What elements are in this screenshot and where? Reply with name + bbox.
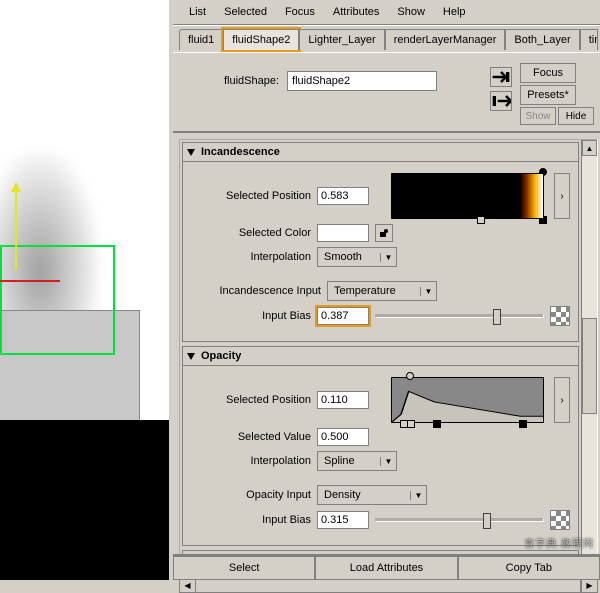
menu-focus[interactable]: Focus bbox=[277, 4, 323, 20]
fluid-container-bbox bbox=[0, 245, 115, 355]
incand-input-value: Temperature bbox=[328, 285, 420, 297]
dropdown-arrow-icon: ▼ bbox=[410, 491, 426, 500]
map-button-icon[interactable] bbox=[550, 510, 570, 530]
incand-input-label: Incandescence Input bbox=[191, 285, 321, 297]
slider-thumb[interactable] bbox=[483, 513, 491, 529]
watermark-text: 查字典 教程网 bbox=[524, 535, 594, 550]
tab-both-layer[interactable]: Both_Layer bbox=[505, 29, 579, 50]
incand-selcolor-label: Selected Color bbox=[191, 227, 311, 239]
focus-button[interactable]: Focus bbox=[520, 63, 576, 83]
tab-fluidshape2[interactable]: fluidShape2 bbox=[223, 29, 299, 50]
tab-renderlayermanager[interactable]: renderLayerManager bbox=[385, 29, 506, 50]
opac-input-dropdown[interactable]: Density ▼ bbox=[317, 485, 427, 505]
group-opacity: Opacity Selected Position bbox=[182, 346, 579, 546]
incandescence-ramp[interactable] bbox=[391, 173, 544, 219]
move-gizmo-x[interactable] bbox=[0, 280, 60, 282]
ramp-handle-selected[interactable] bbox=[406, 372, 414, 380]
attributes-scroll-area: Incandescence Selected Position › bbox=[179, 139, 598, 577]
node-header: fluidShape: Focus Presets* Show Hide bbox=[173, 53, 600, 133]
opac-bias-label: Input Bias bbox=[191, 514, 311, 526]
incand-selpos-field[interactable] bbox=[317, 187, 369, 205]
tab-time[interactable]: time bbox=[580, 29, 598, 50]
vertical-scrollbar[interactable]: ▲ ▼ bbox=[581, 140, 597, 576]
opac-input-value: Density bbox=[318, 489, 410, 501]
ramp-handle-end[interactable] bbox=[539, 216, 547, 224]
incand-interp-dropdown[interactable]: Smooth ▼ bbox=[317, 247, 397, 267]
menu-attributes[interactable]: Attributes bbox=[325, 4, 387, 20]
ramp-handle-top[interactable] bbox=[539, 168, 547, 176]
group-title: Incandescence bbox=[201, 146, 280, 158]
go-to-input-button[interactable] bbox=[490, 67, 512, 87]
presets-button[interactable]: Presets* bbox=[520, 85, 576, 105]
group-title: Opacity bbox=[201, 350, 241, 362]
opac-interp-dropdown[interactable]: Spline ▼ bbox=[317, 451, 397, 471]
incand-selpos-label: Selected Position bbox=[191, 190, 311, 202]
opac-selpos-label: Selected Position bbox=[191, 394, 311, 406]
opac-interp-value: Spline bbox=[318, 455, 380, 467]
dropdown-arrow-icon: ▼ bbox=[420, 287, 436, 296]
opac-bias-slider[interactable] bbox=[375, 518, 544, 522]
ramp-handle[interactable] bbox=[519, 420, 527, 428]
opac-interp-label: Interpolation bbox=[191, 455, 311, 467]
incand-input-dropdown[interactable]: Temperature ▼ bbox=[327, 281, 437, 301]
ramp-expand-button[interactable]: › bbox=[554, 377, 570, 423]
hide-button[interactable]: Hide bbox=[558, 107, 594, 125]
node-name-field[interactable] bbox=[287, 71, 437, 91]
ramp-expand-button[interactable]: › bbox=[554, 173, 570, 219]
move-gizmo-y[interactable] bbox=[15, 190, 17, 270]
tab-lighter-layer[interactable]: Lighter_Layer bbox=[299, 29, 384, 50]
opac-selval-field[interactable] bbox=[317, 428, 369, 446]
map-button-icon[interactable] bbox=[550, 306, 570, 326]
disclosure-down-icon bbox=[187, 353, 195, 360]
attribute-editor: List Selected Focus Attributes Show Help… bbox=[173, 0, 600, 580]
group-incandescence: Incandescence Selected Position › bbox=[182, 142, 579, 342]
scroll-thumb[interactable] bbox=[196, 578, 581, 592]
ramp-handle-selected[interactable] bbox=[477, 216, 485, 224]
opac-bias-field[interactable] bbox=[317, 511, 369, 529]
node-tab-bar: fluid1 fluidShape2 Lighter_Layer renderL… bbox=[173, 25, 600, 53]
scroll-left-arrow[interactable]: ◀ bbox=[180, 578, 196, 592]
opac-selpos-field[interactable] bbox=[317, 391, 369, 409]
menu-show[interactable]: Show bbox=[389, 4, 433, 20]
opac-input-label: Opacity Input bbox=[191, 489, 311, 501]
node-name-label: fluidShape: bbox=[224, 75, 279, 87]
viewport-lower bbox=[0, 420, 169, 580]
load-attributes-button[interactable]: Load Attributes bbox=[315, 556, 457, 580]
scroll-thumb[interactable] bbox=[582, 318, 597, 414]
show-button[interactable]: Show bbox=[520, 107, 556, 125]
incand-bias-field[interactable] bbox=[317, 307, 369, 325]
copy-tab-button[interactable]: Copy Tab bbox=[458, 556, 600, 580]
opacity-ramp[interactable] bbox=[391, 377, 544, 423]
incand-interp-value: Smooth bbox=[318, 251, 380, 263]
menu-bar: List Selected Focus Attributes Show Help bbox=[173, 0, 600, 25]
select-button[interactable]: Select bbox=[173, 556, 315, 580]
incand-bias-slider[interactable] bbox=[375, 314, 544, 318]
incand-color-swatch[interactable] bbox=[317, 224, 369, 242]
menu-list[interactable]: List bbox=[181, 4, 214, 20]
viewport-3d[interactable] bbox=[0, 0, 173, 580]
opac-selval-label: Selected Value bbox=[191, 431, 311, 443]
group-header-incandescence[interactable]: Incandescence bbox=[183, 143, 578, 162]
bottom-button-bar: Select Load Attributes Copy Tab bbox=[173, 554, 600, 580]
tab-fluid1[interactable]: fluid1 bbox=[179, 29, 223, 50]
scroll-up-arrow[interactable]: ▲ bbox=[582, 140, 597, 156]
incand-bias-label: Input Bias bbox=[191, 310, 311, 322]
incand-interp-label: Interpolation bbox=[191, 251, 311, 263]
color-picker-icon[interactable] bbox=[375, 224, 393, 242]
disclosure-down-icon bbox=[187, 149, 195, 156]
go-to-output-button[interactable] bbox=[490, 91, 512, 111]
group-header-opacity[interactable]: Opacity bbox=[183, 347, 578, 366]
slider-thumb[interactable] bbox=[493, 309, 501, 325]
dropdown-arrow-icon: ▼ bbox=[380, 457, 396, 466]
menu-selected[interactable]: Selected bbox=[216, 4, 275, 20]
menu-help[interactable]: Help bbox=[435, 4, 474, 20]
scroll-track[interactable] bbox=[582, 156, 597, 560]
viewport-scene[interactable] bbox=[0, 0, 169, 430]
ramp-handle[interactable] bbox=[407, 420, 415, 428]
scroll-right-arrow[interactable]: ▶ bbox=[581, 578, 597, 592]
dropdown-arrow-icon: ▼ bbox=[380, 253, 396, 262]
ramp-handle[interactable] bbox=[433, 420, 441, 428]
